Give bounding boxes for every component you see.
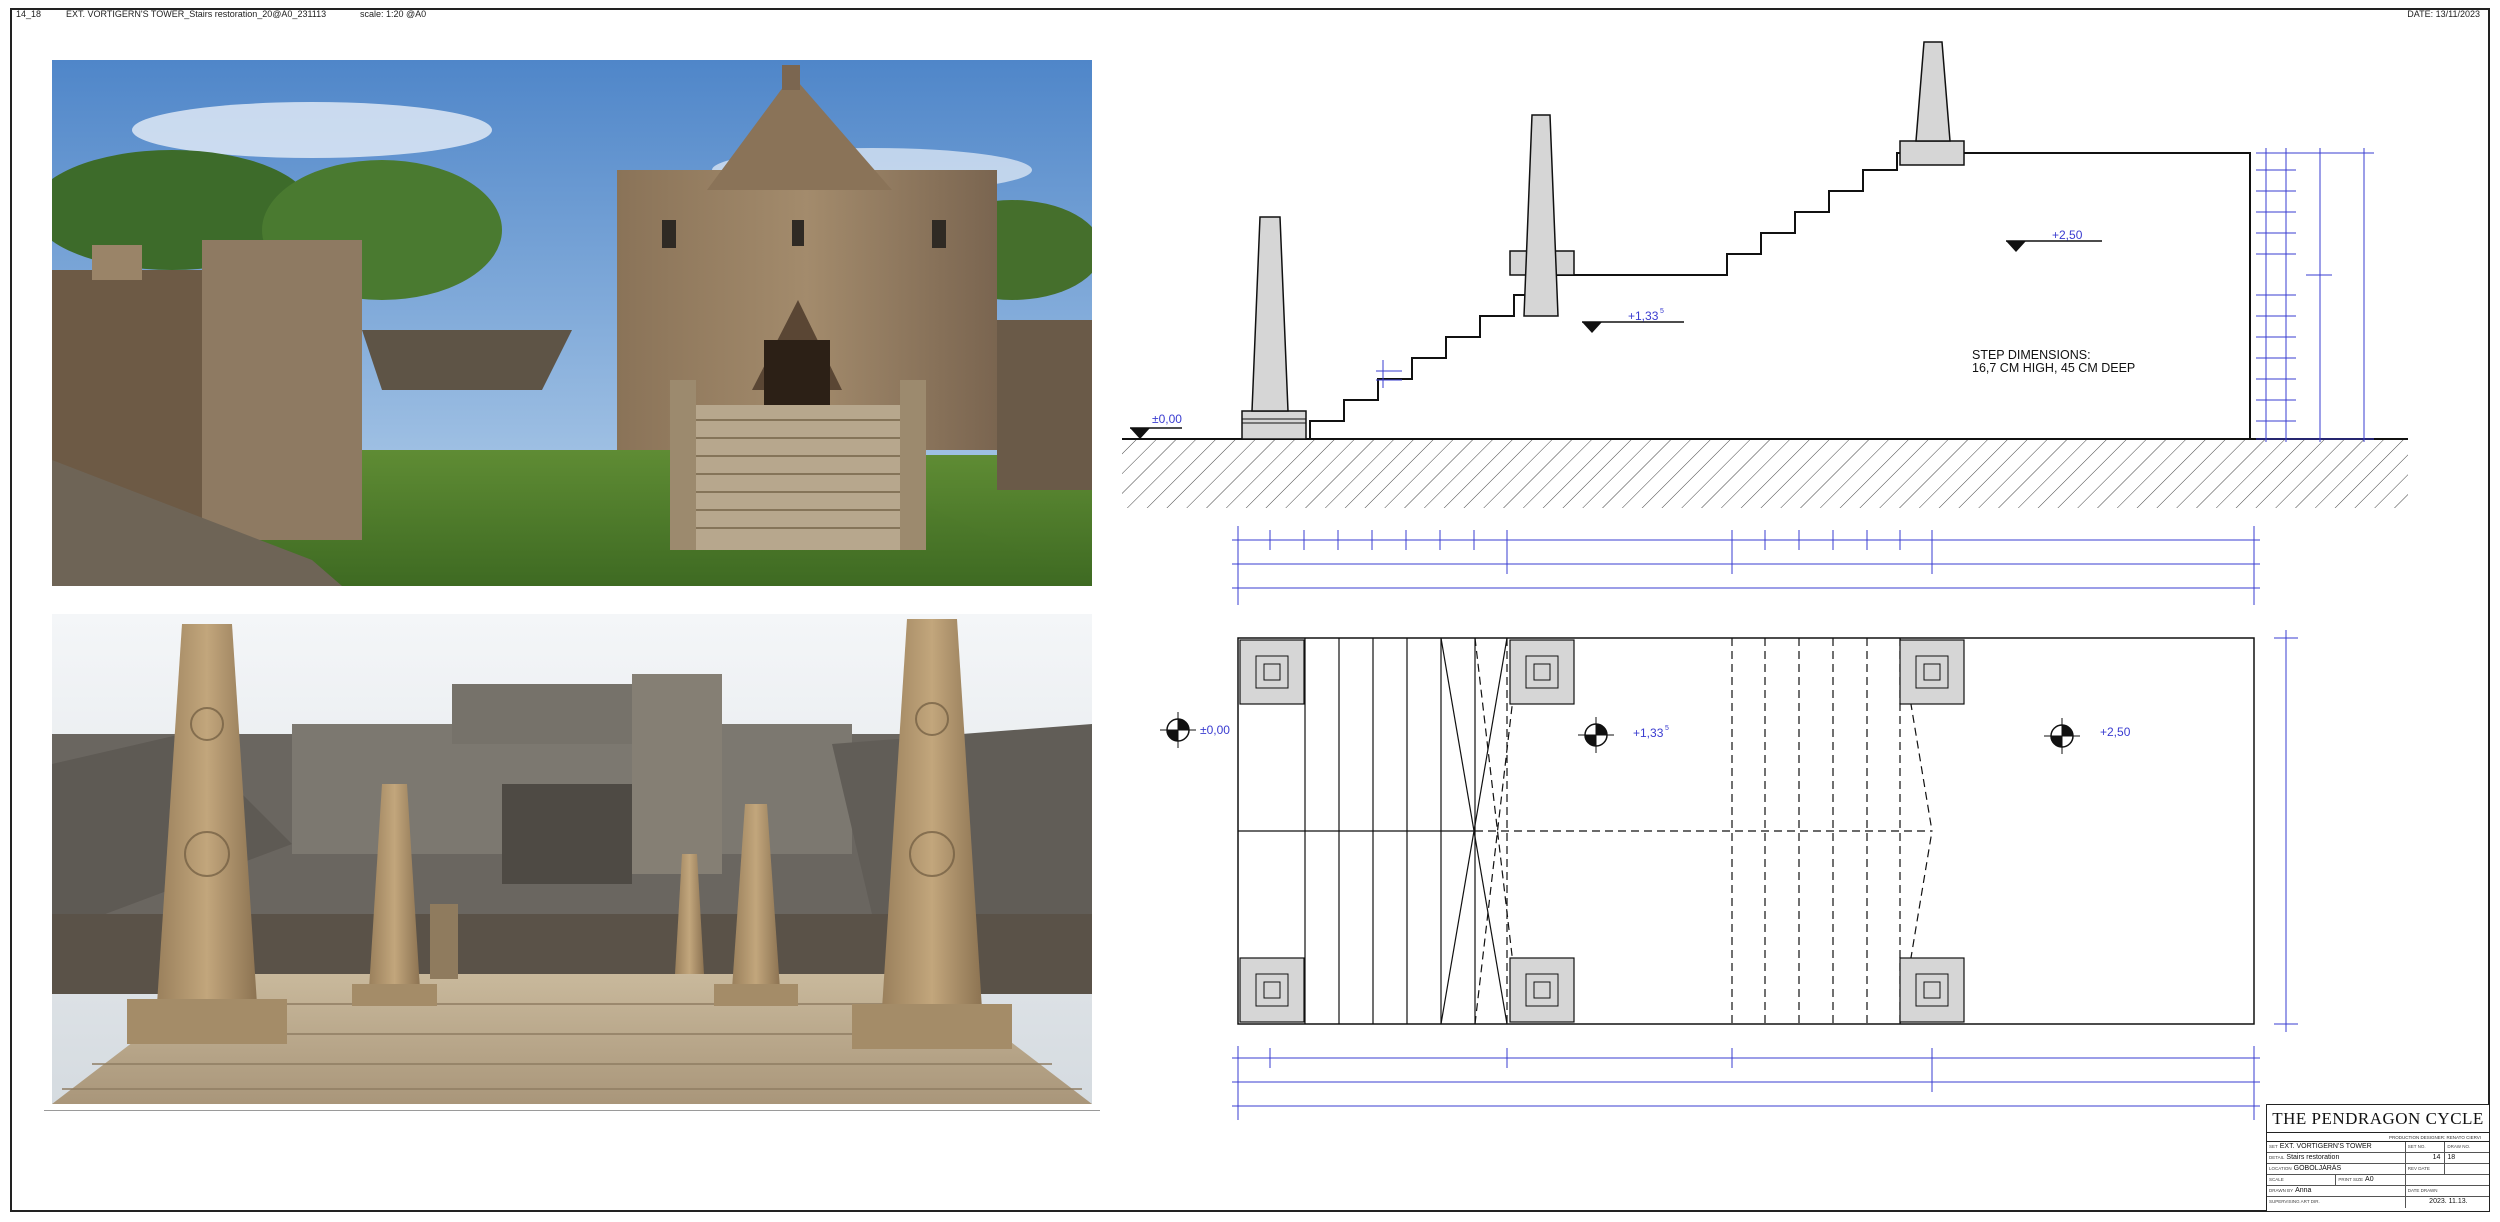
elevation-section: ±0,00 +1,33 5 +2,50 STEP DIMENSIONS: 16,…	[1122, 41, 2408, 508]
production-designer: PRODUCTION DESIGNER: RENATO CIERVI	[2267, 1133, 2489, 1142]
step-dimensions-note: 16,7 CM HIGH, 45 CM DEEP	[1972, 361, 2135, 375]
plan-level-top: +2,50	[2100, 725, 2131, 739]
stair-drawings: ±0,00 +1,33 5 +2,50 STEP DIMENSIONS: 16,…	[1110, 30, 2480, 1130]
detail-name: Stairs restoration	[2286, 1154, 2340, 1161]
location-name: GÖBÖLJÁRÁS	[2293, 1165, 2342, 1172]
sheet-date: DATE: 13/11/2023	[2407, 9, 2480, 19]
production-title: THE PENDRAGON CYCLE	[2267, 1105, 2489, 1133]
photo-divider	[44, 1110, 1100, 1111]
sheet-title: EXT. VORTIGERN'S TOWER_Stairs restoratio…	[66, 9, 327, 19]
plan-level-ground: ±0,00	[1200, 723, 1230, 737]
plan-level-marker-mid	[1578, 717, 1614, 753]
elevation-level-ground: ±0,00	[1152, 412, 1182, 426]
plan-level-marker-ground	[1160, 712, 1196, 748]
plan-dimensions-top	[1232, 526, 2260, 605]
title-block: THE PENDRAGON CYCLE PRODUCTION DESIGNER:…	[2266, 1104, 2490, 1212]
plan-level-marker-top	[2044, 718, 2080, 754]
reference-photo-tower	[52, 60, 1092, 586]
plan-level-mid-sup: 5	[1665, 725, 1669, 732]
sheet-scale: scale: 1:20 @A0	[360, 9, 427, 19]
reference-photo-obelisks	[52, 614, 1092, 1104]
elevation-level-mid-sup: 5	[1660, 308, 1664, 315]
elevation-level-mid: +1,33	[1628, 309, 1659, 323]
plan-level-mid: +1,33	[1633, 726, 1664, 740]
drawing-number: 18	[2447, 1154, 2456, 1161]
step-dimensions-title: STEP DIMENSIONS:	[1972, 348, 2091, 362]
print-size: A0	[2365, 1176, 2374, 1183]
set-name: EXT. VORTIGERN'S TOWER	[2279, 1143, 2372, 1150]
drawn-by: Anna	[2295, 1187, 2312, 1194]
plan-view: ±0,00 +1,33 5 +2,50	[1160, 637, 2255, 1025]
plan-dimensions-bottom	[1232, 1046, 2260, 1120]
date-drawn: 2023. 11.13.	[2429, 1198, 2468, 1205]
sheet-code: 14_18	[16, 9, 42, 19]
set-number: 14	[2406, 1153, 2446, 1163]
elevation-level-top: +2,50	[2052, 228, 2083, 242]
